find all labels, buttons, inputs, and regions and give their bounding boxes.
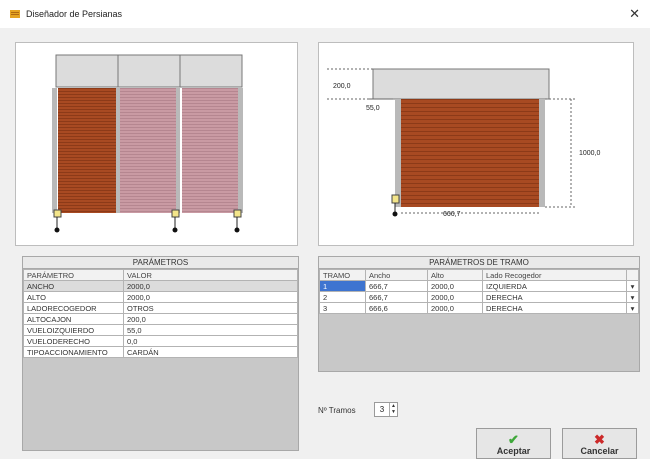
tramo-ancho[interactable]: 666,7 [365,291,428,303]
chevron-down-icon[interactable]: ▾ [626,291,639,303]
app-icon [10,10,20,18]
table-row[interactable]: ALTO 2000,0 [23,291,298,303]
tramo-alto[interactable]: 2000,0 [427,302,483,314]
tramos-header-lado: Lado Recogedor [482,269,627,281]
table-row[interactable]: VUELODERECHO 0,0 [23,335,298,347]
side-preview-panel: 200,0 55,0 1000,0 666,7 [318,42,634,246]
param-name: VUELODERECHO [23,335,124,347]
dim-right: 1000,0 [579,150,601,157]
tramo-number[interactable]: 3 [319,302,366,314]
accept-button[interactable]: ✔ Aceptar [476,428,551,459]
table-row[interactable]: 1 666,7 2000,0 IZQUIERDA ▾ [319,280,639,292]
tramo-number[interactable]: 1 [319,280,366,292]
table-row[interactable]: 3 666,6 2000,0 DERECHA ▾ [319,302,639,314]
ntramos-stepper[interactable]: 3 ▲ ▼ [374,402,398,417]
param-name: ALTOCAJON [23,313,124,325]
dim-bottom: 666,7 [443,211,461,218]
table-row[interactable]: LADORECOGEDOR OTROS [23,302,298,314]
tramos-header-alto: Alto [427,269,483,281]
tramos-grid: PARÁMETROS DE TRAMO TRAMO Ancho Alto Lad… [318,256,640,372]
shutter-section-2 [120,88,176,213]
front-preview-drawing [52,54,243,233]
chevron-down-icon[interactable]: ▾ [626,280,639,292]
table-row[interactable]: ANCHO 2000,0 [23,280,298,292]
param-value[interactable]: 55,0 [123,324,298,336]
params-grid: PARÁMETROS PARÁMETRO VALOR ANCHO 2000,0 A… [22,256,299,451]
param-name: VUELOIZQUIERDO [23,324,124,336]
dim-top: 200,0 [333,83,351,90]
param-name: TIPOACCIONAMIENTO [23,346,124,358]
param-name: ANCHO [23,280,124,292]
cancel-button[interactable]: ✖ Cancelar [562,428,637,459]
tramo-lado-select[interactable]: DERECHA [482,291,627,303]
dim-left: 55,0 [366,105,380,112]
param-name: ALTO [23,291,124,303]
front-preview-panel [15,42,298,246]
shutter-section-1 [58,88,116,213]
tramo-ancho[interactable]: 666,6 [365,302,428,314]
shutter-side [401,99,539,207]
param-name: LADORECOGEDOR [23,302,124,314]
param-value[interactable]: 200,0 [123,313,298,325]
title-bar: Diseñador de Persianas ✕ [0,0,650,28]
tramos-header-tramo: TRAMO [319,269,366,281]
param-value[interactable]: CARDÁN [123,346,298,358]
table-row[interactable]: 2 666,7 2000,0 DERECHA ▾ [319,291,639,303]
window-title: Diseñador de Persianas [26,9,123,19]
params-header-param: PARÁMETRO [23,269,124,281]
checkmark-icon: ✔ [508,432,519,447]
param-value[interactable]: 0,0 [123,335,298,347]
tramos-grid-title: PARÁMETROS DE TRAMO [319,257,639,269]
accept-label: Aceptar [496,446,531,456]
tramo-number[interactable]: 2 [319,291,366,303]
param-value[interactable]: 2000,0 [123,280,298,292]
close-icon[interactable]: ✕ [629,6,640,22]
chevron-down-icon[interactable]: ▾ [626,302,639,314]
tramo-ancho[interactable]: 666,7 [365,280,428,292]
table-row[interactable]: VUELOIZQUIERDO 55,0 [23,324,298,336]
ntramos-value[interactable]: 3 [375,405,389,414]
tramo-lado-select[interactable]: DERECHA [482,302,627,314]
table-row[interactable]: TIPOACCIONAMIENTO CARDÁN [23,346,298,358]
table-row[interactable]: ALTOCAJON 200,0 [23,313,298,325]
tramo-alto[interactable]: 2000,0 [427,280,483,292]
param-value[interactable]: OTROS [123,302,298,314]
param-value[interactable]: 2000,0 [123,291,298,303]
params-header-value: VALOR [123,269,298,281]
tramos-table: TRAMO Ancho Alto Lado Recogedor 1 666,7 … [319,269,639,314]
ntramos-label: Nº Tramos [318,406,356,415]
cancel-label: Cancelar [580,446,619,456]
tramo-alto[interactable]: 2000,0 [427,291,483,303]
x-icon: ✖ [594,432,605,447]
stepper-arrows-icon[interactable]: ▲ ▼ [389,403,397,416]
shutter-section-3 [182,88,238,213]
tramo-lado-select[interactable]: IZQUIERDA [482,280,627,292]
tramos-header-ancho: Ancho [365,269,428,281]
params-grid-title: PARÁMETROS [23,257,298,269]
params-table: PARÁMETRO VALOR ANCHO 2000,0 ALTO 2000,0 L… [23,269,298,358]
side-preview-drawing: 200,0 55,0 1000,0 666,7 [327,68,601,218]
